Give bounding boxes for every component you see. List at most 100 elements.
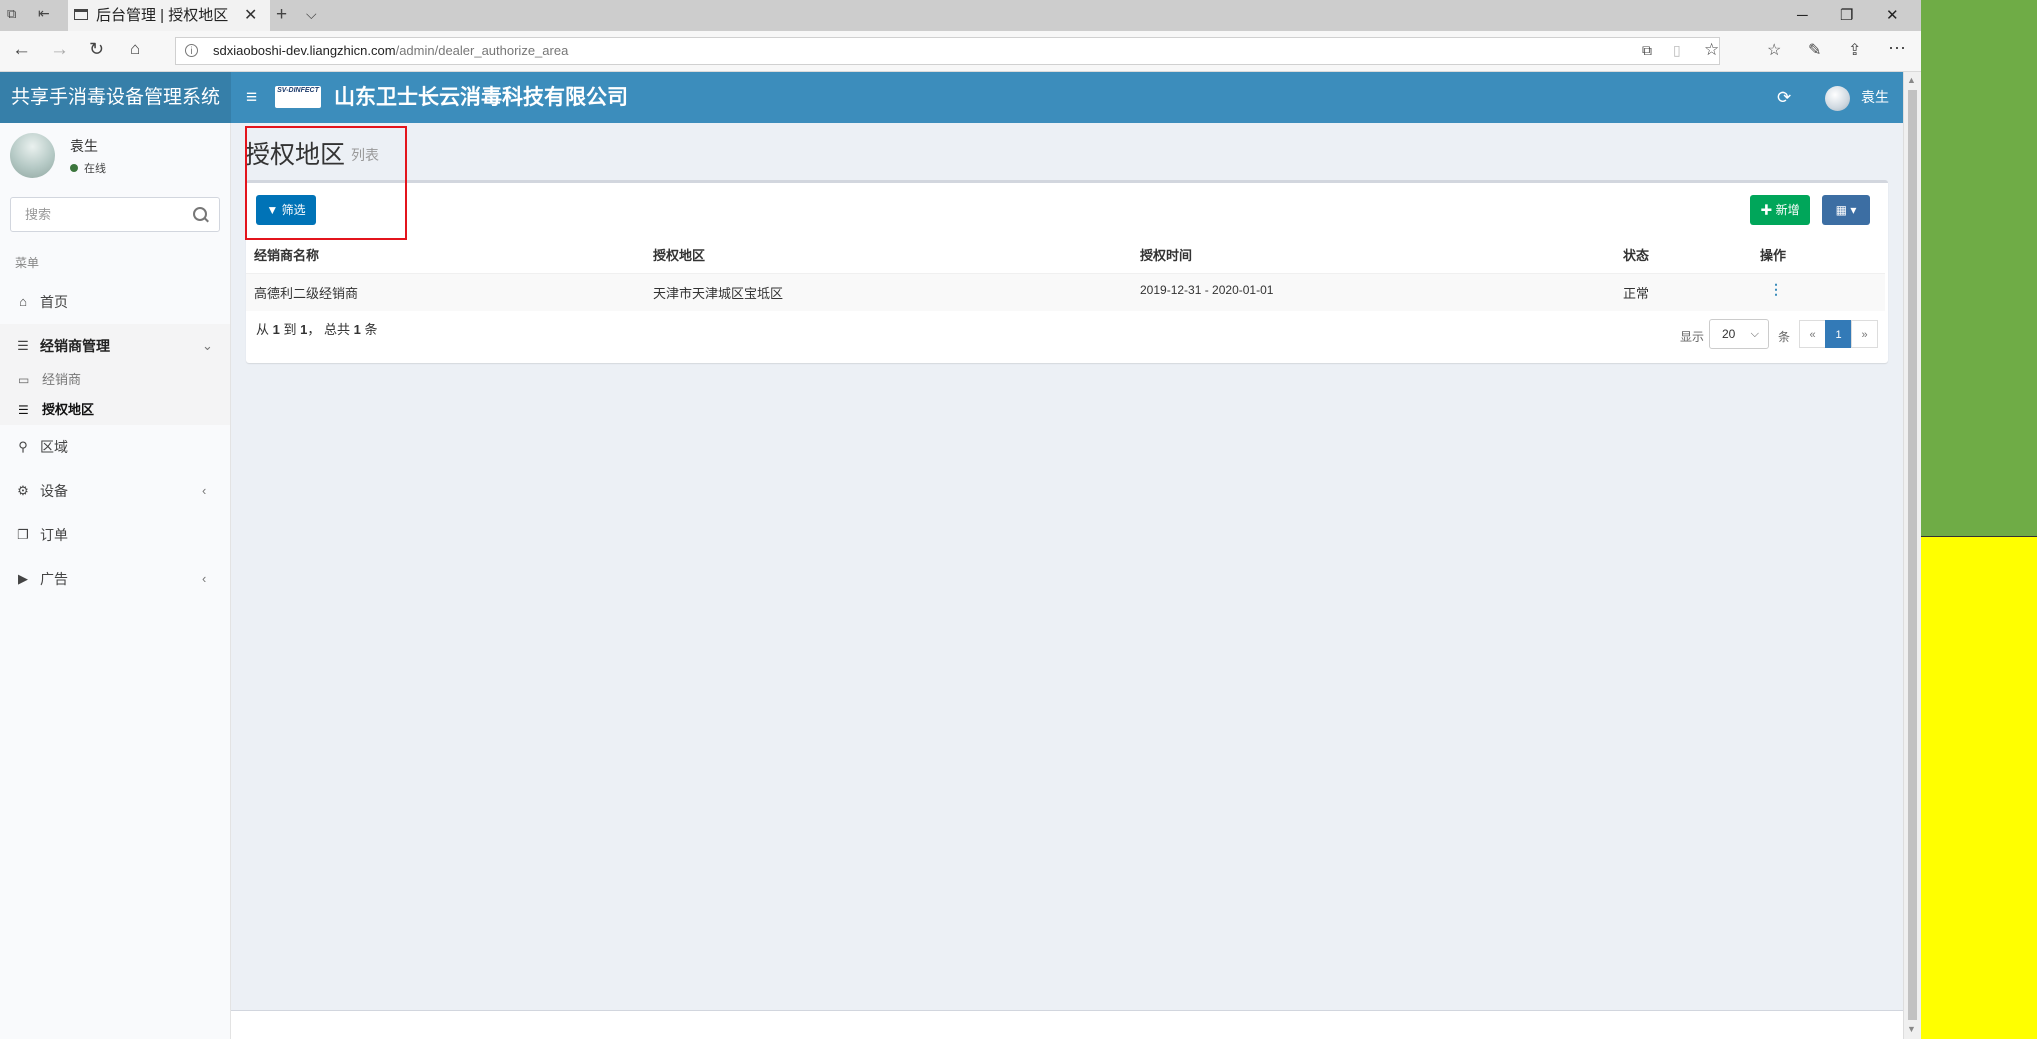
tab-title: 后台管理 | 授权地区 [96,7,229,24]
add-label: 新增 [1775,203,1800,217]
page-1-button[interactable]: 1 [1825,320,1852,348]
tab-close-icon[interactable]: ✕ [244,0,257,31]
reading-view-icon[interactable]: ▯ [1673,42,1681,59]
highlight-annotation-box [245,126,407,240]
bars-icon: ☰ [18,403,29,417]
site-info-icon[interactable]: i [185,44,198,57]
sidebar-item-authorized-area[interactable]: ☰ 授权地区 [0,395,230,425]
sidebar-item-label: 经销商 [42,372,82,387]
company-name: 山东卫士长云消毒科技有限公司 [334,86,628,109]
company-logo: SV-DINFECT [275,86,321,108]
tab-list-chevron-icon[interactable]: ⌵ [306,6,317,23]
side-panel-green [1921,0,2037,536]
home-icon: ⌂ [19,294,27,309]
browser-tab[interactable]: 后台管理 | 授权地区 ✕ [68,0,270,31]
chevron-left-icon: ‹ [202,571,207,586]
list-box: ▼ 筛选 ✚ 新增 ▦ ▾ 经销商名称 授权地区 授权时间 状态 操作 高德利二… [246,180,1888,363]
sidebar-item-label: 订单 [40,527,68,543]
sidebar-item-dealer[interactable]: ▭ 经销商 [0,365,230,395]
online-status-icon [70,164,78,172]
sidebar-item-region[interactable]: ⚲ 区域 [0,425,230,469]
url-bar[interactable]: i sdxiaoboshi-dev.liangzhicn.com/admin/d… [175,37,1720,65]
forward-icon[interactable]: → [50,39,69,61]
play-icon: ▶ [18,571,28,586]
sidebar-item-ads[interactable]: ▶ 广告 ‹ [0,557,230,601]
tab-aside-icon[interactable]: ⇤ [38,5,50,22]
caret-down-icon: ▾ [1850,203,1857,217]
sidebar-item-dealer-management[interactable]: ☰ 经销商管理 ⌄ [0,324,230,368]
sidebar-toggle-icon[interactable]: ≡ [246,72,257,123]
sidebar-item-label: 经销商管理 [40,338,110,354]
favorite-star-icon[interactable]: ☆ [1704,40,1719,60]
map-marker-icon: ⚲ [18,439,28,454]
copy-icon: ❐ [17,527,29,542]
sidebar-item-label: 首页 [40,294,68,310]
share-icon[interactable]: ⇪ [1848,40,1861,60]
sidebar-item-label: 授权地区 [42,402,95,417]
column-toggle-button[interactable]: ▦ ▾ [1822,195,1870,225]
more-icon[interactable]: ⋯ [1888,38,1906,59]
bars-icon: ☰ [17,338,29,353]
col-header-time[interactable]: 授权时间 [1140,245,1192,264]
col-header-area[interactable]: 授权地区 [653,245,705,264]
prev-page-button[interactable]: « [1799,320,1826,348]
tab-actions-icon[interactable]: ⧉ [7,6,16,22]
per-page-label: 条 [1778,330,1791,344]
sidebar-search[interactable]: 搜索 [10,197,220,232]
sidebar-item-device[interactable]: ⚙ 设备 ‹ [0,469,230,513]
dealer-submenu: ▭ 经销商 ☰ 授权地区 [0,365,230,425]
restore-icon[interactable]: ❐ [1840,0,1853,31]
search-icon[interactable] [193,207,207,221]
cell-time: 2019-12-31 - 2020-01-01 [1140,283,1274,297]
pen-icon[interactable]: ✎ [1808,40,1821,60]
sidebar: 袁生 在线 搜索 菜单 ⌂ 首页 ☰ 经销商管理 ⌄ ▭ 经销商 ☰ 授权地区 … [0,123,231,1039]
chevron-down-icon: ⌄ [202,338,213,353]
user-avatar [10,133,55,178]
scrollbar-thumb[interactable] [1908,90,1917,1020]
page-size-value: 20 [1722,327,1736,341]
search-input[interactable]: 搜索 [25,198,51,231]
next-page-button[interactable]: » [1851,320,1878,348]
home-browser-icon[interactable]: ⌂ [130,39,140,59]
url-text[interactable]: sdxiaoboshi-dev.liangzhicn.com/admin/dea… [213,38,568,64]
cell-status: 正常 [1623,286,1650,301]
page-footer [231,1010,1903,1039]
new-tab-icon[interactable]: + [276,4,287,26]
nav-user-name[interactable]: 袁生 [1861,72,1889,123]
browser-tab-bar: ⧉ ⇤ 后台管理 | 授权地区 ✕ + ⌵ ─ ❐ ✕ [0,0,1921,31]
scroll-up-icon[interactable]: ▲ [1907,75,1916,85]
sidebar-item-label: 区域 [40,439,68,455]
gear-icon: ⚙ [17,483,29,498]
col-header-status[interactable]: 状态 [1623,245,1649,264]
sidebar-user-name: 袁生 [70,138,98,154]
pagination-summary: 从 1 到 1， 总共 1 条 [256,322,378,337]
status-text: 在线 [84,163,106,175]
refresh-icon[interactable]: ⟳ [1777,72,1791,123]
table-icon: ▦ [1835,203,1847,217]
add-button[interactable]: ✚ 新增 [1750,195,1810,225]
sidebar-item-label: 广告 [40,571,68,587]
avatar[interactable] [1825,86,1850,111]
address-bar-row: ← → ↻ ⌂ i sdxiaoboshi-dev.liangzhicn.com… [0,31,1921,72]
menu-header: 菜单 [15,256,40,270]
chevron-left-icon: ‹ [202,483,207,498]
page-size-label: 显示 [1680,330,1705,344]
page-size-select[interactable]: 20 ⌵ [1709,319,1769,349]
inbox-icon: ▭ [18,373,30,387]
row-actions-icon[interactable]: ⋮ [1769,281,1783,298]
translate-icon[interactable]: ⧉ [1642,42,1652,59]
chevron-down-icon: ⌵ [1750,328,1759,340]
sidebar-item-order[interactable]: ❐ 订单 [0,513,230,557]
favorites-list-icon[interactable]: ☆ [1767,40,1781,60]
cell-dealer: 高德利二级经销商 [254,286,359,301]
minimize-icon[interactable]: ─ [1797,0,1808,31]
window-close-icon[interactable]: ✕ [1886,0,1899,31]
back-icon[interactable]: ← [12,39,31,61]
sidebar-item-home[interactable]: ⌂ 首页 [0,280,230,324]
col-header-dealer[interactable]: 经销商名称 [254,245,319,264]
system-name[interactable]: 共享手消毒设备管理系统 [0,72,231,123]
scrollbar[interactable]: ▲ ▼ [1903,72,1921,1039]
cell-area: 天津市天津城区宝坻区 [653,286,784,301]
scroll-down-icon[interactable]: ▼ [1907,1024,1916,1034]
reload-icon[interactable]: ↻ [89,39,104,60]
